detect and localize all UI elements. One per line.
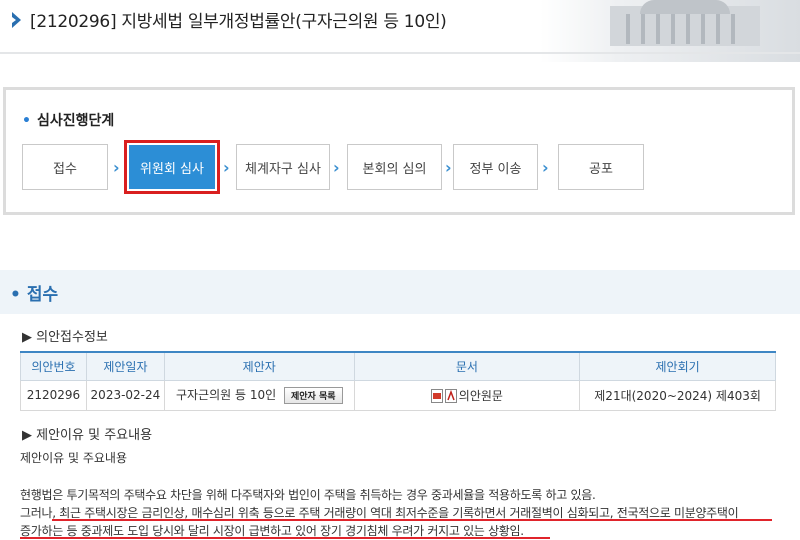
original-bill-link[interactable]: 의안원문: [459, 389, 503, 403]
column-header: 제안회기: [579, 351, 776, 381]
proposer-cell: 구자근의원 등 10인 제안자 목록: [163, 379, 355, 411]
table-row: 2120296 2023-02-24 구자근의원 등 10인 제안자 목록 의안…: [20, 379, 776, 411]
receipt-info-heading: ▶ 의안접수정보: [22, 330, 108, 345]
page-title: [2120296] 지방세법 일부개정법률안(구자근의원 등 10인): [30, 12, 447, 32]
pdf-file-icon[interactable]: [444, 389, 457, 403]
chevron-right-icon: [12, 12, 21, 28]
column-header: 문서: [353, 351, 581, 381]
proposal-date: 2023-02-24: [85, 379, 165, 411]
reason-line-1: 현행법은 투기목적의 주택수요 차단을 위해 다주택자와 법인이 주택을 취득하…: [20, 488, 596, 502]
page-header: [2120296] 지방세법 일부개정법률안(구자근의원 등 10인): [0, 0, 800, 62]
progress-title: • 심사진행단계: [22, 113, 115, 129]
chevron-right-icon: ›: [223, 158, 230, 177]
step-plenary[interactable]: 본회의 심의: [347, 144, 442, 190]
receipt-info-table: 의안번호 제안일자 제안자 문서 제안회기 2120296 2023-02-24…: [20, 351, 776, 411]
step-legal-review[interactable]: 체계자구 심사: [236, 144, 330, 190]
chevron-right-icon: ›: [542, 158, 549, 177]
header-divider: [0, 52, 800, 54]
proposer-list-button[interactable]: 제안자 목록: [283, 387, 343, 404]
reason-heading: ▶ 제안이유 및 주요내용: [22, 428, 153, 443]
chevron-right-icon: ›: [113, 158, 120, 177]
step-government-transfer[interactable]: 정부 이송: [453, 144, 538, 190]
bill-number: 2120296: [20, 379, 87, 411]
column-header: 제안자: [163, 351, 355, 381]
step-promulgation[interactable]: 공포: [558, 144, 644, 190]
proposer-name: 구자근의원 등 10인: [175, 388, 277, 402]
section-title: • 접수: [10, 285, 59, 305]
red-underline-annotation: [52, 519, 772, 521]
document-cell: 의안원문: [353, 379, 581, 411]
reason-subheading: 제안이유 및 주요내용: [20, 451, 127, 465]
step-received[interactable]: 접수: [22, 144, 108, 190]
section-header-received: • 접수: [0, 270, 800, 314]
bullet-icon: •: [10, 285, 21, 305]
red-underline-annotation: [20, 537, 550, 539]
hwp-file-icon[interactable]: [430, 389, 443, 403]
bullet-icon: •: [22, 113, 31, 129]
review-progress-panel: • 심사진행단계 접수 › 위원회 심사 › 체계자구 심사 › 본회의 심의 ›…: [3, 87, 795, 215]
column-header: 의안번호: [20, 351, 87, 381]
proposal-session: 제21대(2020~2024) 제403회: [579, 379, 776, 411]
assembly-dome-image: [640, 0, 730, 14]
chevron-right-icon: ›: [445, 158, 452, 177]
step-committee-review[interactable]: 위원회 심사: [124, 140, 220, 194]
chevron-right-icon: ›: [333, 158, 340, 177]
column-header: 제안일자: [85, 351, 165, 381]
